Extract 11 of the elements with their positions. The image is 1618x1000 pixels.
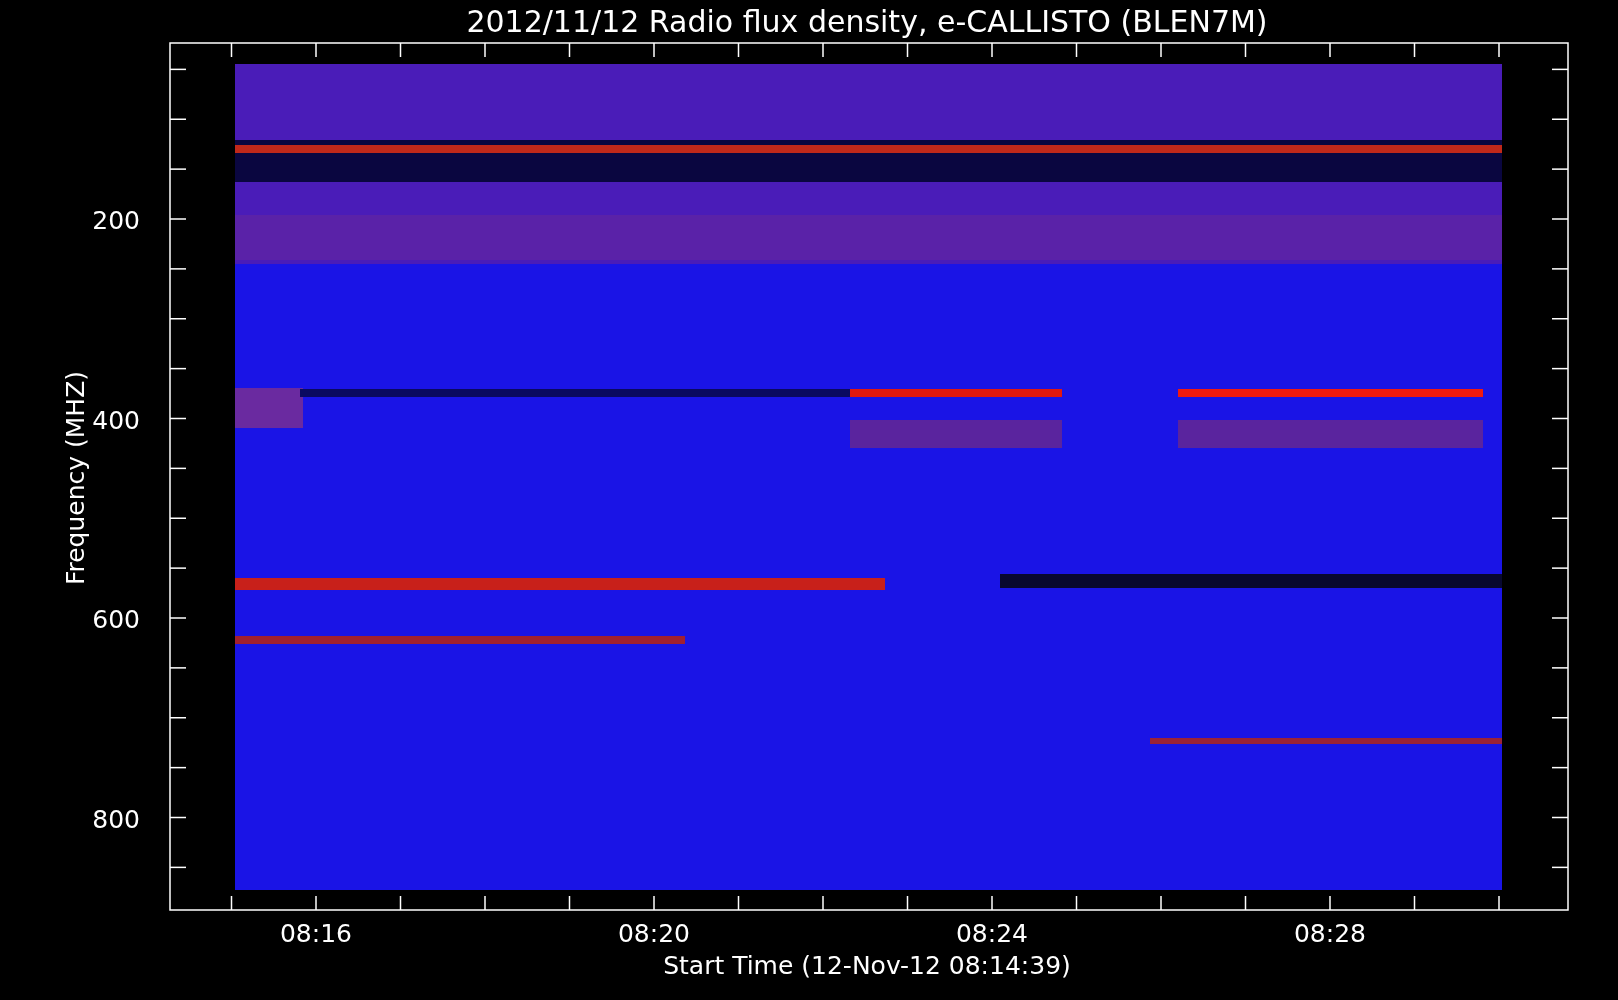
x-tick-label: 08:24 bbox=[956, 919, 1028, 948]
x-tick-label: 08:28 bbox=[1294, 919, 1366, 948]
chart-title: 2012/11/12 Radio flux density, e-CALLISTO (BLEN7M) bbox=[466, 4, 1268, 39]
x-tick-label: 08:20 bbox=[618, 919, 690, 948]
y-tick-label: 600 bbox=[92, 605, 140, 634]
x-axis-label: Start Time (12-Nov-12 08:14:39) bbox=[663, 951, 1071, 980]
y-axis-label: Frequency (MHZ) bbox=[61, 370, 90, 586]
y-tick-label: 800 bbox=[92, 804, 140, 834]
y-tick-label: 400 bbox=[92, 405, 140, 435]
y-tick-label: 200 bbox=[92, 206, 140, 235]
x-tick-label: 08:16 bbox=[280, 919, 352, 948]
